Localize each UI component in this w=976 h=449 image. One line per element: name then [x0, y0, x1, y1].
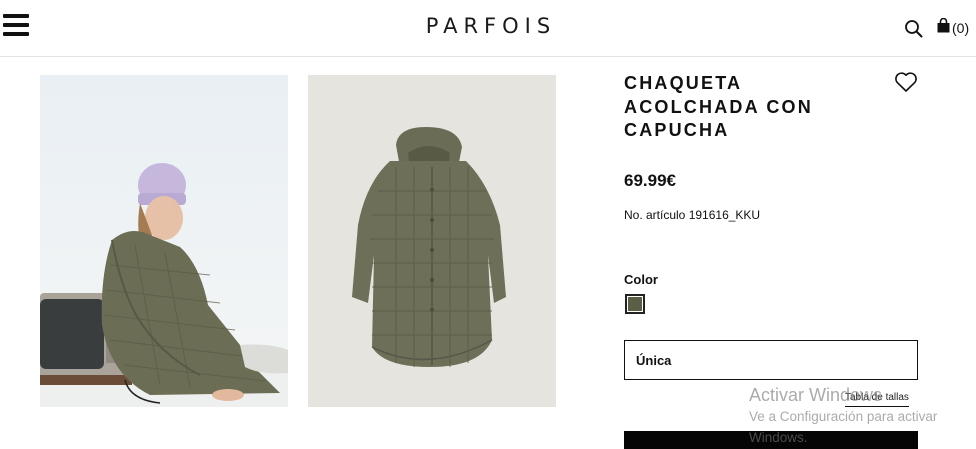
site-header: PARFOIS (0)	[0, 0, 976, 57]
add-to-cart-button[interactable]	[624, 431, 918, 449]
brand-logo[interactable]: PARFOIS	[420, 14, 556, 38]
watermark-title: Activar Windows	[749, 385, 883, 405]
color-label: Color	[624, 272, 658, 287]
jacket-product-photo[interactable]	[308, 75, 556, 407]
search-icon[interactable]	[904, 19, 924, 39]
color-swatch-fill	[628, 297, 642, 311]
cart-button[interactable]: (0)	[937, 17, 970, 38]
product-sku: No. artículo 191616_KKU	[624, 208, 761, 222]
size-guide-link[interactable]: Tabla de tallas	[845, 392, 909, 407]
cart-count: (0)	[952, 20, 970, 36]
size-value: Única	[636, 353, 672, 368]
hamburger-menu-icon[interactable]	[3, 14, 30, 38]
heart-icon[interactable]	[894, 71, 918, 93]
model-wearing-jacket-photo[interactable]	[40, 75, 288, 407]
product-title: CHAQUETA ACOLCHADA CON CAPUCHA	[624, 73, 813, 140]
color-swatch[interactable]	[625, 294, 645, 314]
shopping-bag-icon	[937, 17, 950, 38]
product-price: 69.99€	[624, 171, 676, 190]
watermark-line-1: Ve a Configuración para activar	[749, 409, 938, 424]
size-selector[interactable]: Única	[624, 340, 918, 380]
logo-container: PARFOIS	[0, 14, 976, 38]
